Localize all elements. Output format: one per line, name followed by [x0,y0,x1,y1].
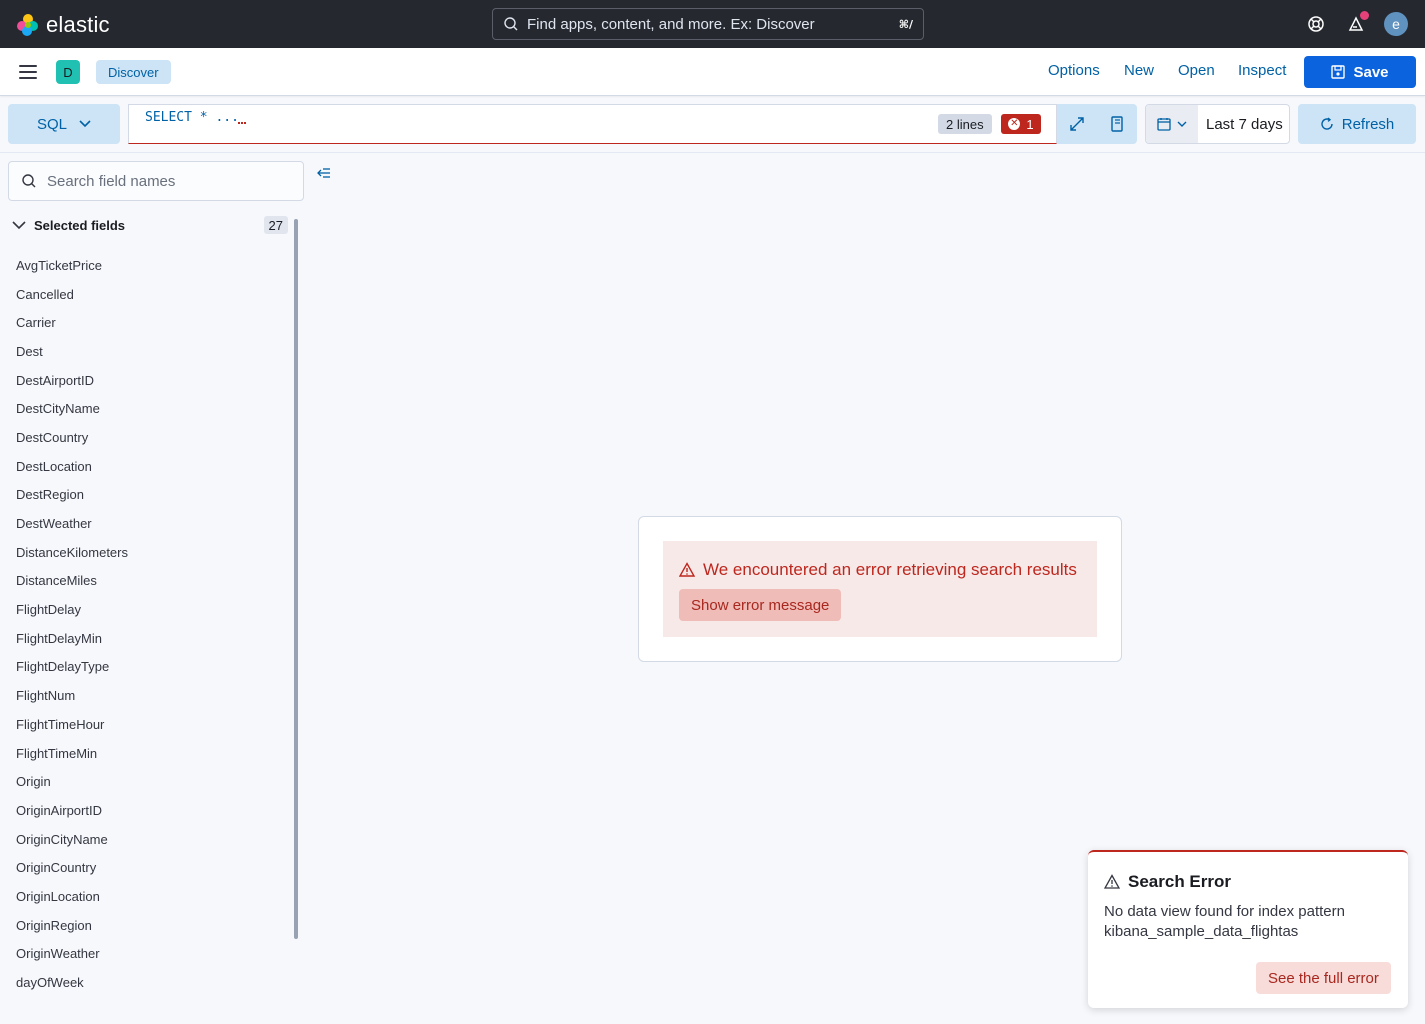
search-icon [504,17,518,31]
date-range-label[interactable]: Last 7 days [1206,116,1283,133]
inspect-link[interactable]: Inspect [1238,62,1286,79]
global-search[interactable]: ⌘/ [492,8,924,40]
field-item[interactable]: DistanceKilometers [16,538,128,567]
selected-fields-count: 27 [263,216,288,234]
field-item[interactable]: FlightDelay [16,595,128,624]
warning-icon [679,562,695,577]
field-item[interactable]: DestCityName [16,394,128,423]
language-selector[interactable]: SQL [8,104,120,144]
error-callout: We encountered an error retrieving searc… [663,541,1097,637]
calendar-icon [1157,118,1171,131]
toast-title: Search Error [1128,872,1231,891]
keyboard-shortcut: ⌘/ [898,18,913,31]
avatar[interactable]: e [1384,12,1408,36]
error-icon: ✕ [1008,118,1021,130]
syntax-error-marker [238,120,246,124]
date-picker[interactable]: Last 7 days [1145,104,1290,144]
divider [0,152,1425,153]
refresh-button[interactable]: Refresh [1298,104,1416,144]
field-item[interactable]: OriginWeather [16,940,128,969]
elastic-logo[interactable]: elastic [16,12,110,38]
selected-fields-title: Selected fields [34,217,126,233]
field-item[interactable]: DistanceMiles [16,567,128,596]
query-editor[interactable]: SELECT * ... [128,104,1057,144]
field-item[interactable]: OriginLocation [16,882,128,911]
editor-tools [1057,104,1137,144]
field-item[interactable]: FlightDelayType [16,653,128,682]
space-avatar[interactable]: D [56,60,80,84]
documentation-icon [1111,116,1123,132]
expand-icon [1070,117,1084,131]
options-link[interactable]: Options [1048,62,1100,79]
selected-fields-header[interactable]: Selected fields 27 [12,215,288,235]
sidebar-scrollbar[interactable] [294,219,298,939]
search-icon [22,174,36,188]
documentation-button[interactable] [1097,104,1137,144]
brand-name: elastic [46,12,110,37]
field-item[interactable]: OriginCountry [16,853,128,882]
quick-select-button[interactable] [1146,105,1198,143]
field-item[interactable]: FlightNum [16,681,128,710]
field-item[interactable]: Dest [16,337,128,366]
collapse-sidebar-icon[interactable] [316,165,332,181]
warning-icon [1104,874,1120,889]
error-toast: Search Error No data view found for inde… [1088,850,1408,1008]
field-item[interactable]: FlightDelayMin [16,624,128,653]
error-title-row: We encountered an error retrieving searc… [679,560,1077,580]
chevron-down-icon [79,120,91,128]
field-item[interactable]: OriginRegion [16,911,128,940]
notification-dot [1360,11,1369,20]
toast-message: No data view found for index pattern kib… [1104,903,1345,940]
field-item[interactable]: OriginCityName [16,825,128,854]
field-search[interactable] [8,161,304,201]
save-icon [1331,65,1346,79]
help-icon[interactable] [1304,12,1328,36]
menu-icon[interactable] [19,65,37,79]
field-item[interactable]: FlightTimeHour [16,710,128,739]
error-count: 1 [1026,116,1034,132]
field-item[interactable]: OriginAirportID [16,796,128,825]
chevron-down-icon [12,221,26,230]
refresh-icon [1321,117,1333,130]
new-link[interactable]: New [1124,62,1154,79]
error-title: We encountered an error retrieving searc… [703,560,1077,579]
expand-editor-button[interactable] [1057,104,1097,144]
field-search-input[interactable] [47,172,287,190]
field-item[interactable]: AvgTicketPrice [16,251,128,280]
see-full-error-button[interactable]: See the full error [1256,962,1391,994]
error-count-badge[interactable]: ✕ 1 [1001,114,1041,134]
toast-title-row: Search Error [1104,872,1231,892]
field-item[interactable]: Cancelled [16,280,128,309]
open-link[interactable]: Open [1178,62,1215,79]
field-item[interactable]: DestAirportID [16,366,128,395]
language-label: SQL [36,115,67,133]
field-item[interactable]: Carrier [16,308,128,337]
field-item[interactable]: FlightTimeMin [16,739,128,768]
error-panel: We encountered an error retrieving searc… [638,516,1122,662]
field-item[interactable]: DestRegion [16,481,128,510]
line-count-badge: 2 lines [938,114,992,134]
show-error-button[interactable]: Show error message [679,589,842,621]
elastic-logo-icon [17,14,38,36]
field-item[interactable]: DestLocation [16,452,128,481]
field-item[interactable]: DestCountry [16,423,128,452]
query-code: SELECT * ... [145,110,239,125]
field-item[interactable]: dayOfWeek [16,968,128,997]
refresh-label: Refresh [1341,115,1395,133]
save-button[interactable]: Save [1304,56,1416,88]
breadcrumb[interactable]: Discover [96,60,171,84]
field-item[interactable]: Origin [16,767,128,796]
chevron-down-icon [1177,121,1187,127]
field-list: AvgTicketPrice Cancelled Carrier Dest DestAi… [16,251,128,997]
global-search-input[interactable] [527,15,887,33]
field-item[interactable]: DestWeather [16,509,128,538]
save-label: Save [1353,63,1389,81]
